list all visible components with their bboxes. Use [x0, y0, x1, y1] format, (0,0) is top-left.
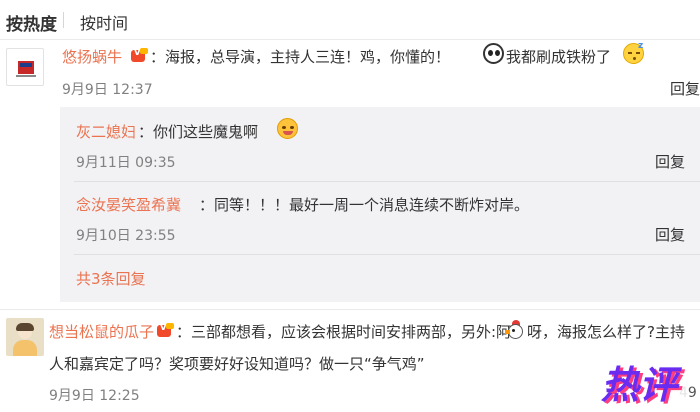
comment-username[interactable]: 想当松鼠的瓜子: [49, 321, 154, 342]
comment-divider: [0, 309, 700, 310]
comment-username[interactable]: 悠扬蜗牛: [62, 46, 122, 67]
sort-by-hot-tab[interactable]: 按热度: [6, 10, 57, 35]
sort-divider: [63, 12, 64, 28]
reply-username[interactable]: 灰二媳妇: [76, 121, 136, 142]
reply-text: ：你们这些魔鬼啊: [138, 123, 259, 141]
reply-divider: [74, 254, 700, 255]
reply-username[interactable]: 念汝晏笑盈希冀: [76, 194, 181, 215]
vip-crown-icon: [157, 322, 174, 338]
sort-bar-divider: [0, 39, 700, 40]
reply-divider: [74, 181, 700, 182]
reply-timestamp: 9月10日 23:55: [76, 228, 176, 244]
comment-text: ：三部都想看，应该会根据时间安排两部，另外:阿: [176, 323, 512, 341]
avatar[interactable]: [6, 48, 44, 86]
comment-text-line2: 人和嘉宾定了吗？奖项要好好设知道吗？做一只“争气鸡”: [49, 355, 425, 373]
comment-text: ：海报，总导演，主持人三连！鸡，你懂的！: [150, 48, 451, 66]
reply-text: ：同等！！！最好一周一个消息连续不断炸对岸。: [199, 196, 530, 214]
reply-button[interactable]: 回复: [655, 151, 685, 172]
reply-button[interactable]: 回复: [670, 78, 700, 99]
hot-review-watermark-logo: 热评 热评: [597, 358, 691, 409]
sleepy-emoji-icon: z: [623, 41, 644, 64]
sort-by-time-tab[interactable]: 按时间: [80, 10, 128, 34]
avatar[interactable]: [6, 318, 44, 356]
comment-text-continued: 我都刷成铁粉了: [506, 48, 612, 66]
comment-timestamp: 9月9日 12:37: [62, 82, 153, 98]
comment-timestamp: 9月9日 12:25: [49, 388, 140, 404]
chicken-emoji-icon: [505, 320, 526, 341]
svg-text:热评: 热评: [601, 363, 683, 407]
reply-timestamp: 9月11日 09:35: [76, 155, 176, 171]
sort-bar: 按热度 按时间: [0, 0, 700, 40]
reply-button[interactable]: 回复: [655, 224, 685, 245]
yummy-emoji-icon: [277, 118, 298, 139]
vip-crown-icon: [131, 47, 148, 63]
comment-text-continued: 呀，海报怎么样了?主持: [527, 323, 685, 341]
more-replies-link[interactable]: 共3条回复: [76, 268, 146, 289]
sunglasses-emoji-icon: [483, 43, 504, 64]
